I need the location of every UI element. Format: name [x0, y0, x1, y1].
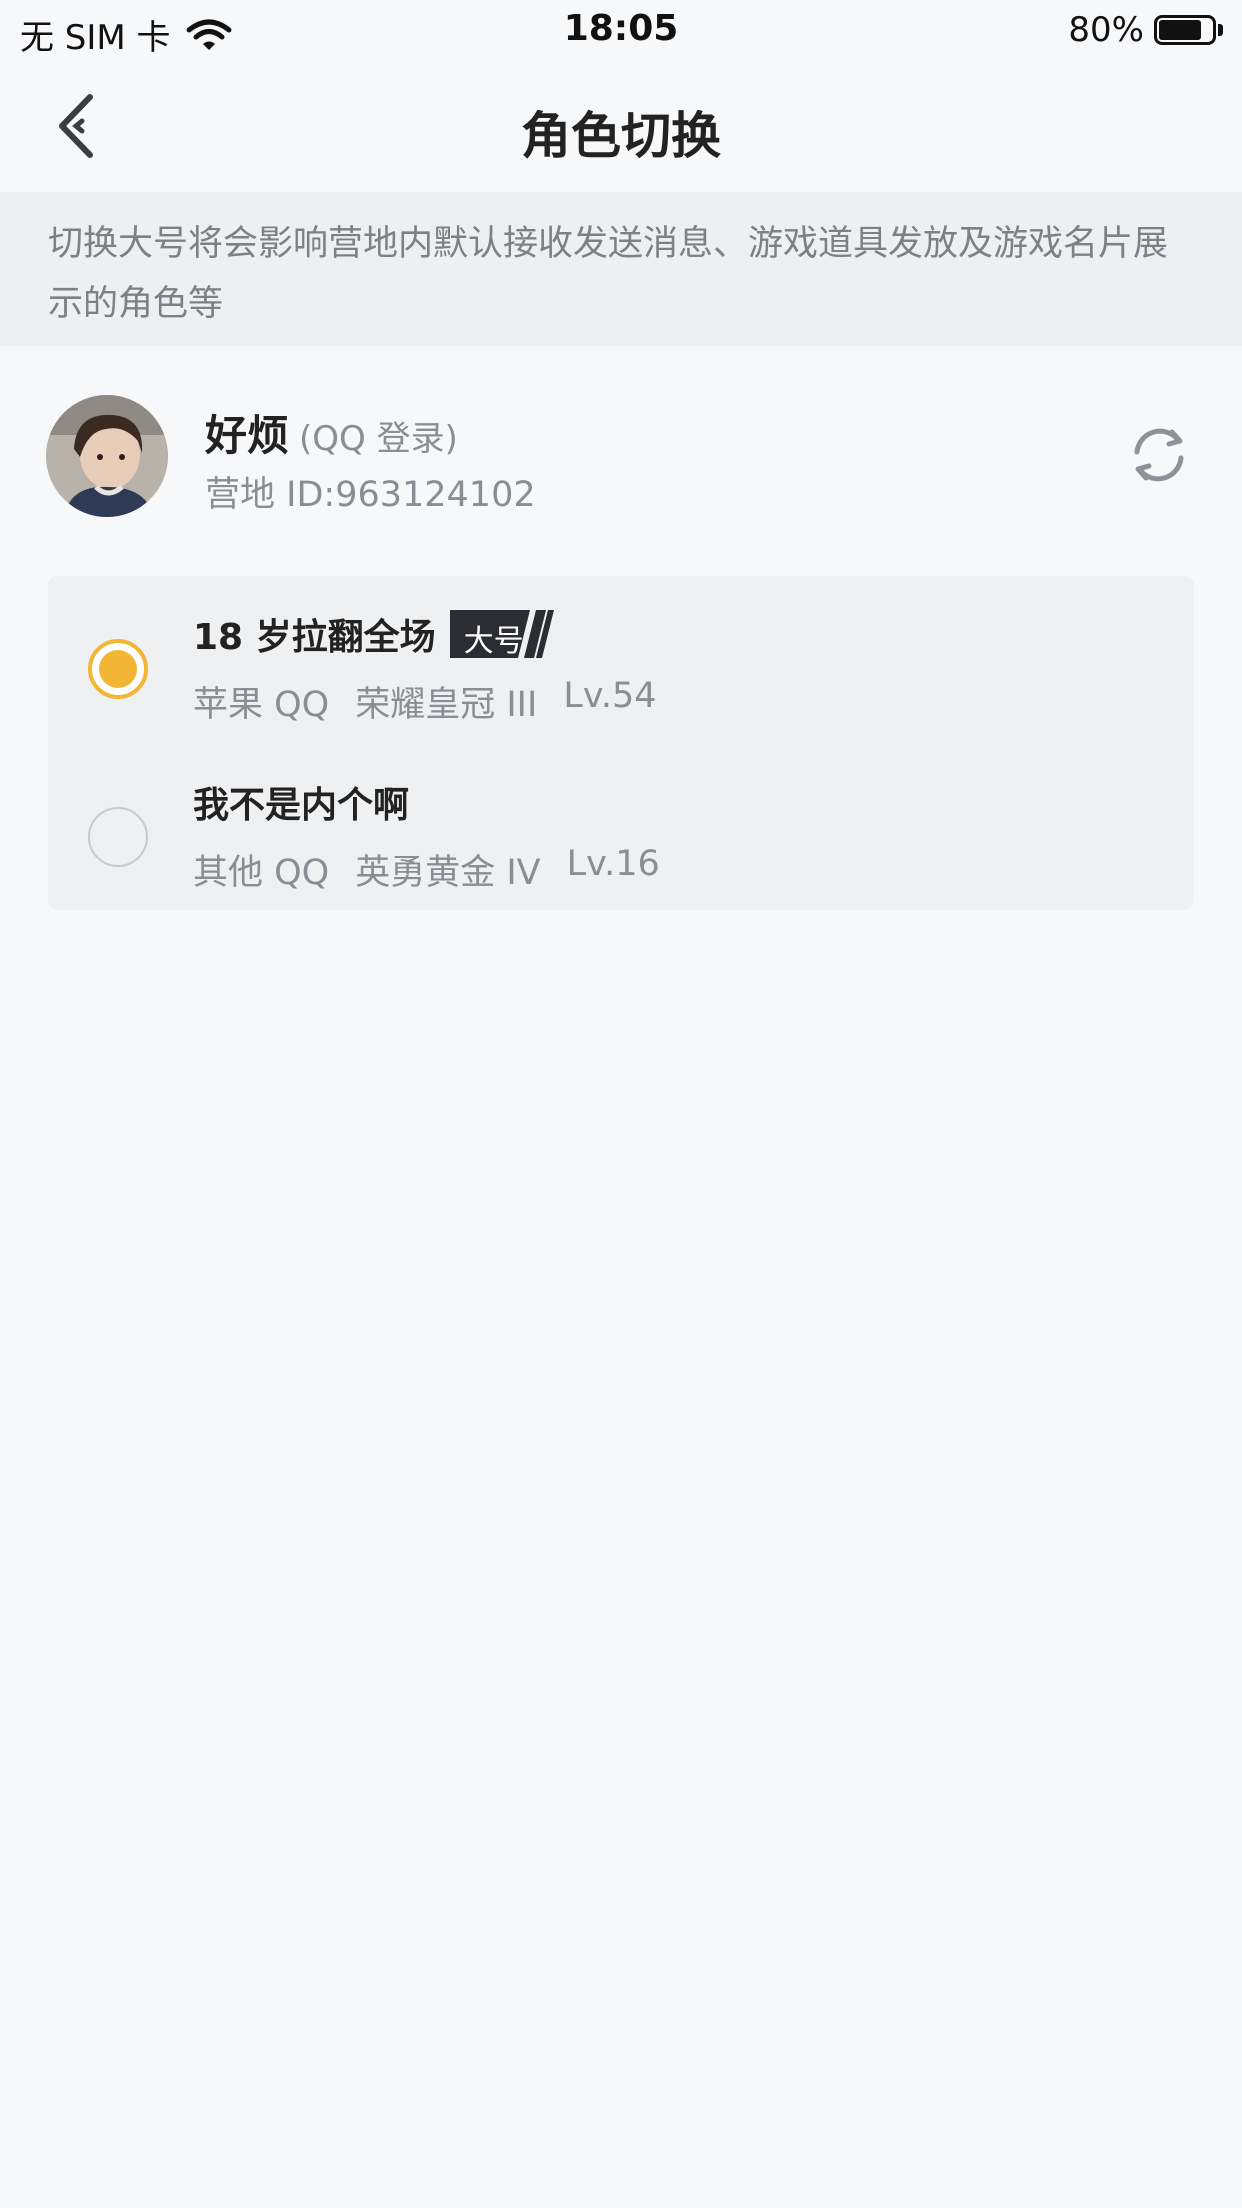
camp-id: 营地 ID:963124102: [205, 475, 536, 515]
role-name: 18 岁拉翻全场: [193, 617, 436, 658]
battery-percent: 80%: [1068, 10, 1144, 50]
role-platform: 其他 QQ: [193, 853, 330, 893]
nav-bar: 角色切换: [0, 62, 1242, 192]
role-name: 我不是内个啊: [193, 785, 410, 826]
badge-label: 大号: [463, 624, 524, 659]
profile-name-row: 好烦 (QQ 登录): [205, 402, 458, 463]
refresh-button[interactable]: [1126, 422, 1192, 488]
role-platform: 苹果 QQ: [193, 685, 330, 725]
role-list: 18 岁拉翻全场 大号 苹果 QQ 荣耀皇冠 III Lv.54 我不是内个啊 …: [48, 576, 1194, 910]
avatar-image: [46, 395, 168, 517]
avatar[interactable]: [46, 395, 168, 517]
profile-header: 好烦 (QQ 登录) 营地 ID:963124102: [0, 390, 1242, 520]
radio-unselected[interactable]: [88, 807, 148, 867]
profile-name: 好烦: [205, 411, 290, 460]
status-time: 18:05: [563, 8, 679, 49]
role-meta: 其他 QQ 英勇黄金 IV Lv.16: [193, 844, 686, 895]
page-title: 角色切换: [521, 107, 721, 165]
role-meta: 苹果 QQ 荣耀皇冠 III Lv.54: [193, 676, 683, 727]
refresh-icon: [1134, 428, 1184, 482]
battery-icon: [1154, 13, 1224, 47]
login-type: (QQ 登录): [299, 419, 458, 459]
status-bar: 无 SIM 卡 18:05 80%: [0, 0, 1242, 62]
role-level: Lv.54: [563, 676, 657, 716]
status-right: 80%: [1068, 10, 1224, 50]
role-switch-screen: 无 SIM 卡 18:05 80% 角色切换 切换大号将会影响营地内默认接收发送…: [0, 0, 1242, 2208]
main-account-badge: 大号: [449, 610, 558, 659]
role-rank: 英勇黄金 IV: [355, 853, 541, 893]
notice-banner: 切换大号将会影响营地内默认接收发送消息、游戏道具发放及游戏名片展示的角色等: [0, 192, 1242, 346]
role-title-row: 18 岁拉翻全场 大号: [193, 608, 558, 660]
role-title-row: 我不是内个啊: [193, 776, 409, 828]
role-rank: 荣耀皇冠 III: [355, 685, 538, 725]
role-item[interactable]: 我不是内个啊 其他 QQ 英勇黄金 IV Lv.16: [48, 756, 1194, 916]
role-item[interactable]: 18 岁拉翻全场 大号 苹果 QQ 荣耀皇冠 III Lv.54: [48, 588, 1194, 748]
role-level: Lv.16: [566, 844, 660, 884]
radio-selected[interactable]: [88, 639, 148, 699]
